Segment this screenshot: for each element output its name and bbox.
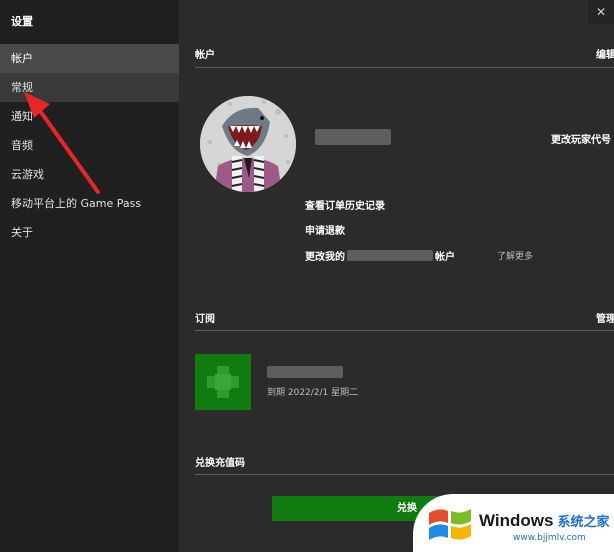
redeem-divider	[195, 474, 614, 475]
account-divider	[195, 67, 614, 68]
subscription-name-redacted	[267, 366, 343, 378]
account-edit-link[interactable]: 编辑	[596, 46, 614, 61]
change-account-prefix: 更改我的	[305, 252, 345, 263]
account-name-redacted	[347, 250, 433, 261]
subscription-section-title: 订阅	[195, 314, 215, 325]
account-section-title: 帐户	[195, 50, 215, 61]
sidebar-item-audio[interactable]: 音频	[0, 131, 179, 160]
gamertag-redacted	[315, 129, 391, 145]
avatar[interactable]	[200, 96, 296, 192]
sidebar: 设置 帐户 常规 通知 音频 云游戏 移动平台上的 Game Pass 关于	[0, 0, 179, 552]
watermark: Windows 系统之家 www.bjjmlv.com	[413, 494, 614, 552]
settings-title: 设置	[11, 15, 33, 28]
subscription-manage-link[interactable]: 管理	[596, 310, 614, 325]
sidebar-item-cloud-gaming[interactable]: 云游戏	[0, 160, 179, 189]
shark-avatar-icon	[200, 96, 296, 192]
change-account-link[interactable]: 更改我的 帐户	[305, 248, 455, 263]
watermark-brand: Windows 系统之家	[479, 511, 610, 530]
subscription-expiry: 到期 2022/2/1 星期二	[267, 388, 359, 398]
change-gamertag-link[interactable]: 更改玩家代号	[551, 131, 614, 146]
sidebar-nav: 帐户 常规 通知 音频 云游戏 移动平台上的 Game Pass 关于	[0, 44, 179, 247]
order-history-link[interactable]: 查看订单历史记录	[305, 197, 385, 212]
game-pass-icon	[195, 354, 251, 410]
redeem-section-title: 兑换充值码	[195, 458, 245, 469]
windows-logo-icon	[429, 509, 471, 540]
sidebar-item-mobile-game-pass[interactable]: 移动平台上的 Game Pass	[0, 189, 179, 218]
sidebar-item-about[interactable]: 关于	[0, 218, 179, 247]
sidebar-item-notifications[interactable]: 通知	[0, 102, 179, 131]
close-button[interactable]: ✕	[588, 0, 614, 24]
main-panel: ✕ 帐户 编辑 更改玩家代号 查看订单历史记录 申请退款 更改我的 帐户 了解更…	[179, 0, 614, 552]
watermark-brand-cn: 系统之家	[557, 514, 610, 529]
sidebar-item-account[interactable]: 帐户	[0, 44, 179, 73]
subscription-divider	[195, 330, 614, 331]
sidebar-item-general[interactable]: 常规	[0, 73, 179, 102]
learn-more-link[interactable]: 了解更多	[497, 249, 533, 262]
game-pass-tile	[195, 354, 251, 410]
change-account-suffix: 帐户	[435, 252, 455, 263]
request-refund-link[interactable]: 申请退款	[305, 222, 345, 237]
watermark-url: www.bjjmlv.com	[513, 533, 586, 543]
